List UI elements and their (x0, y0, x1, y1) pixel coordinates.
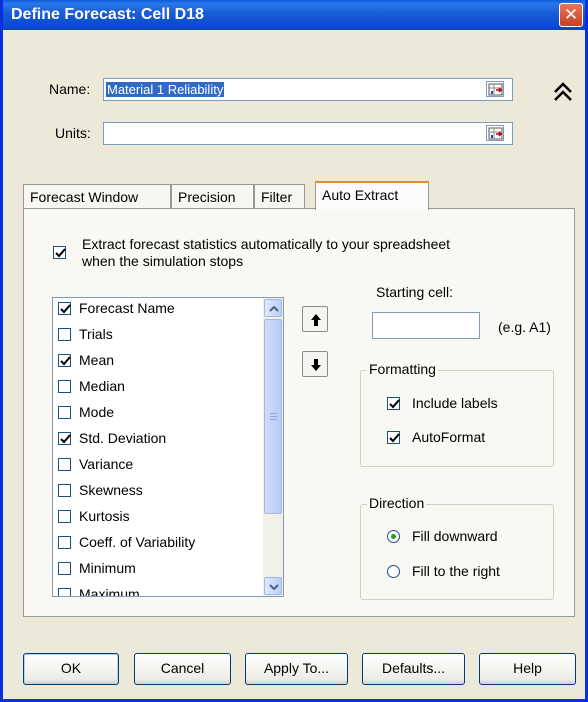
cell-reference-icon[interactable] (486, 81, 504, 97)
fill-downward-label: Fill downward (412, 528, 498, 544)
checkbox-trials[interactable] (58, 328, 71, 341)
formatting-caption: Formatting (367, 361, 438, 377)
extract-label: Extract forecast statistics automaticall… (82, 236, 450, 270)
checkbox-variance[interactable] (58, 458, 71, 471)
checkbox-std-deviation[interactable] (58, 432, 71, 445)
list-item-label: Coeff. of Variability (79, 534, 196, 550)
defaults-button[interactable]: Defaults... (362, 653, 465, 685)
autoformat-label: AutoFormat (412, 429, 486, 445)
include-labels-checkbox[interactable] (387, 397, 400, 410)
list-item-label: Std. Deviation (79, 430, 167, 446)
checkbox-forecast-name[interactable] (58, 302, 71, 315)
checkbox-kurtosis[interactable] (58, 510, 71, 523)
checkbox-mode[interactable] (58, 406, 71, 419)
extract-label-line1: Extract forecast statistics automaticall… (82, 236, 451, 252)
scroll-thumb[interactable] (264, 319, 282, 514)
direction-group: Direction Fill downward Fill to the righ… (360, 495, 554, 600)
ok-button[interactable]: OK (23, 653, 119, 685)
statistics-list[interactable]: Forecast Name Trials Mean Median Mode St… (52, 297, 284, 597)
list-item-label: Forecast Name (79, 300, 175, 316)
help-button[interactable]: Help (479, 653, 576, 685)
tab-auto-extract[interactable]: Auto Extract (315, 181, 429, 210)
units-label: Units: (55, 125, 91, 141)
starting-cell-label: Starting cell: (376, 284, 454, 300)
cancel-button[interactable]: Cancel (134, 653, 231, 685)
fill-downward-radio[interactable] (387, 530, 400, 543)
move-down-button[interactable] (302, 351, 328, 377)
list-scrollbar[interactable] (263, 298, 283, 596)
starting-cell-hint: (e.g. A1) (498, 319, 551, 335)
window-title: Define Forecast: Cell D18 (11, 6, 204, 23)
list-item-label: Median (79, 378, 125, 394)
radio-selected-dot (391, 534, 396, 539)
close-button[interactable]: ✕ (559, 3, 583, 27)
arrow-down-icon (311, 359, 321, 371)
list-item-label: Kurtosis (79, 508, 130, 524)
scroll-up-icon[interactable] (264, 299, 282, 317)
list-item-label: Variance (79, 456, 134, 472)
fill-right-radio[interactable] (387, 565, 400, 578)
checkbox-coeff-variability[interactable] (58, 536, 71, 549)
list-item-label: Mode (79, 404, 115, 420)
units-input[interactable] (103, 122, 513, 145)
checkbox-minimum[interactable] (58, 562, 71, 575)
list-item-label: Mean (79, 352, 115, 368)
list-item-label: Trials (79, 326, 113, 342)
scroll-down-icon[interactable] (264, 577, 282, 595)
checkbox-maximum[interactable] (58, 588, 71, 596)
checkbox-median[interactable] (58, 380, 71, 393)
direction-caption: Direction (367, 495, 427, 511)
checkbox-skewness[interactable] (58, 484, 71, 497)
autoformat-checkbox[interactable] (387, 431, 400, 444)
dialog-window: Define Forecast: Cell D18 ✕ Name: Materi… (0, 0, 588, 702)
starting-cell-input[interactable] (372, 312, 480, 339)
tab-filter[interactable]: Filter (254, 184, 305, 209)
arrow-up-icon (311, 314, 321, 326)
extract-label-line2: when the simulation stops (82, 253, 244, 269)
name-input[interactable]: Material 1 Reliability (103, 78, 513, 101)
fill-right-label: Fill to the right (412, 563, 500, 579)
cell-reference-icon[interactable] (486, 125, 504, 141)
auto-extract-panel: Extract forecast statistics automaticall… (23, 208, 575, 617)
move-up-button[interactable] (302, 306, 328, 332)
extract-checkbox[interactable] (53, 246, 66, 259)
title-bar[interactable]: Define Forecast: Cell D18 ✕ (3, 0, 585, 30)
tab-precision[interactable]: Precision (171, 184, 254, 209)
list-item-label: Skewness (79, 482, 143, 498)
include-labels-label: Include labels (412, 395, 498, 411)
collapse-icon[interactable] (551, 80, 575, 104)
name-label: Name: (49, 81, 91, 97)
formatting-group: Formatting Include labels AutoFormat (360, 361, 554, 467)
checkbox-mean[interactable] (58, 354, 71, 367)
list-item-label: Minimum (79, 560, 136, 576)
name-value: Material 1 Reliability (106, 82, 225, 97)
tab-forecast-window[interactable]: Forecast Window (23, 184, 171, 209)
list-item-label: Maximum (79, 586, 140, 597)
apply-to-button[interactable]: Apply To... (245, 653, 348, 685)
